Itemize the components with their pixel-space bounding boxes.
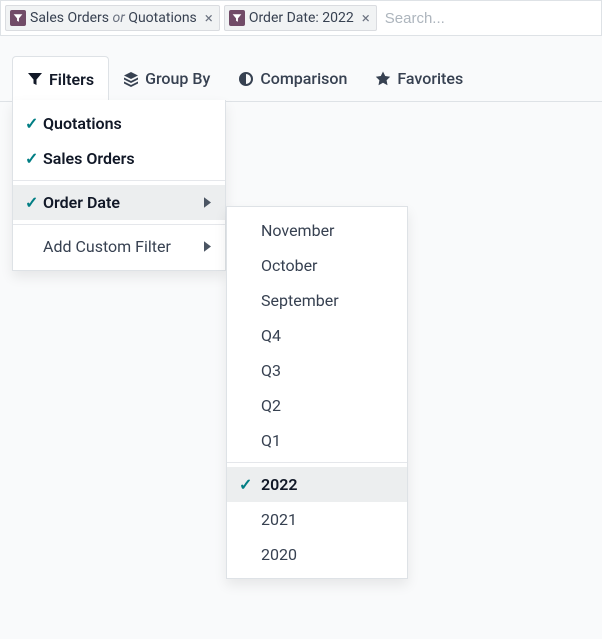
submenu-label: Q3 xyxy=(261,361,281,380)
submenu-label: 2021 xyxy=(261,510,297,529)
submenu-label: November xyxy=(261,221,334,240)
funnel-icon xyxy=(229,10,245,26)
menu-label: Quotations xyxy=(43,114,122,133)
menu-label: Add Custom Filter xyxy=(43,237,171,256)
filter-chip-sales-quotations[interactable]: Sales Orders or Quotations × xyxy=(5,5,220,31)
filter-item-quotations[interactable]: ✓ Quotations xyxy=(13,106,225,141)
funnel-icon xyxy=(27,71,43,87)
submenu-item-year-2022[interactable]: ✓ 2022 xyxy=(227,467,407,502)
submenu-label: Q4 xyxy=(261,326,281,345)
submenu-item-month[interactable]: November xyxy=(227,213,407,248)
filter-item-add-custom[interactable]: Add Custom Filter xyxy=(13,229,225,264)
close-icon[interactable]: × xyxy=(205,11,213,26)
menu-separator xyxy=(227,462,407,463)
filter-item-sales-orders[interactable]: ✓ Sales Orders xyxy=(13,141,225,176)
submenu-label: Q2 xyxy=(261,396,281,415)
submenu-item-quarter[interactable]: Q3 xyxy=(227,353,407,388)
filter-chip-order-date[interactable]: Order Date: 2022 × xyxy=(224,5,377,31)
tab-favorites[interactable]: Favorites xyxy=(361,56,477,101)
submenu-item-quarter[interactable]: Q2 xyxy=(227,388,407,423)
chip-text: Order Date: 2022 xyxy=(249,10,354,26)
check-icon: ✓ xyxy=(25,149,43,168)
menu-separator xyxy=(13,224,225,225)
chevron-right-icon xyxy=(204,193,211,212)
tab-comparison[interactable]: Comparison xyxy=(224,56,361,101)
submenu-label: September xyxy=(261,291,339,310)
chip-text: Sales Orders or Quotations xyxy=(30,10,197,26)
order-date-submenu: November October September Q4 Q3 Q2 Q1 ✓… xyxy=(226,206,408,579)
submenu-item-month[interactable]: October xyxy=(227,248,407,283)
submenu-item-year-2021[interactable]: 2021 xyxy=(227,502,407,537)
submenu-label: 2022 xyxy=(261,475,298,494)
search-toolbar: Filters Group By Comparison Favorites xyxy=(0,56,602,102)
menu-label: Sales Orders xyxy=(43,149,135,168)
submenu-item-year-2020[interactable]: 2020 xyxy=(227,537,407,572)
chevron-right-icon xyxy=(204,237,211,256)
check-icon: ✓ xyxy=(25,114,43,133)
layers-icon xyxy=(123,71,139,87)
submenu-item-month[interactable]: September xyxy=(227,283,407,318)
submenu-item-quarter[interactable]: Q1 xyxy=(227,423,407,458)
submenu-item-quarter[interactable]: Q4 xyxy=(227,318,407,353)
filters-dropdown: ✓ Quotations ✓ Sales Orders ✓ Order Date… xyxy=(12,100,226,271)
search-bar: Sales Orders or Quotations × Order Date:… xyxy=(0,0,602,36)
star-icon xyxy=(375,71,391,87)
tab-label: Filters xyxy=(49,70,94,89)
tab-label: Favorites xyxy=(397,69,463,88)
filter-item-order-date[interactable]: ✓ Order Date xyxy=(13,185,225,220)
submenu-label: October xyxy=(261,256,317,275)
contrast-icon xyxy=(238,71,254,87)
tab-filters[interactable]: Filters xyxy=(12,56,109,102)
close-icon[interactable]: × xyxy=(362,11,370,26)
tab-group-by[interactable]: Group By xyxy=(109,56,224,101)
menu-label: Order Date xyxy=(43,193,120,212)
check-icon: ✓ xyxy=(25,193,43,212)
funnel-icon xyxy=(10,10,26,26)
submenu-label: Q1 xyxy=(261,431,281,450)
menu-separator xyxy=(13,180,225,181)
search-input[interactable] xyxy=(381,8,597,29)
submenu-label: 2020 xyxy=(261,545,297,564)
tab-label: Group By xyxy=(145,69,210,88)
check-icon: ✓ xyxy=(239,475,261,494)
tab-label: Comparison xyxy=(260,69,347,88)
